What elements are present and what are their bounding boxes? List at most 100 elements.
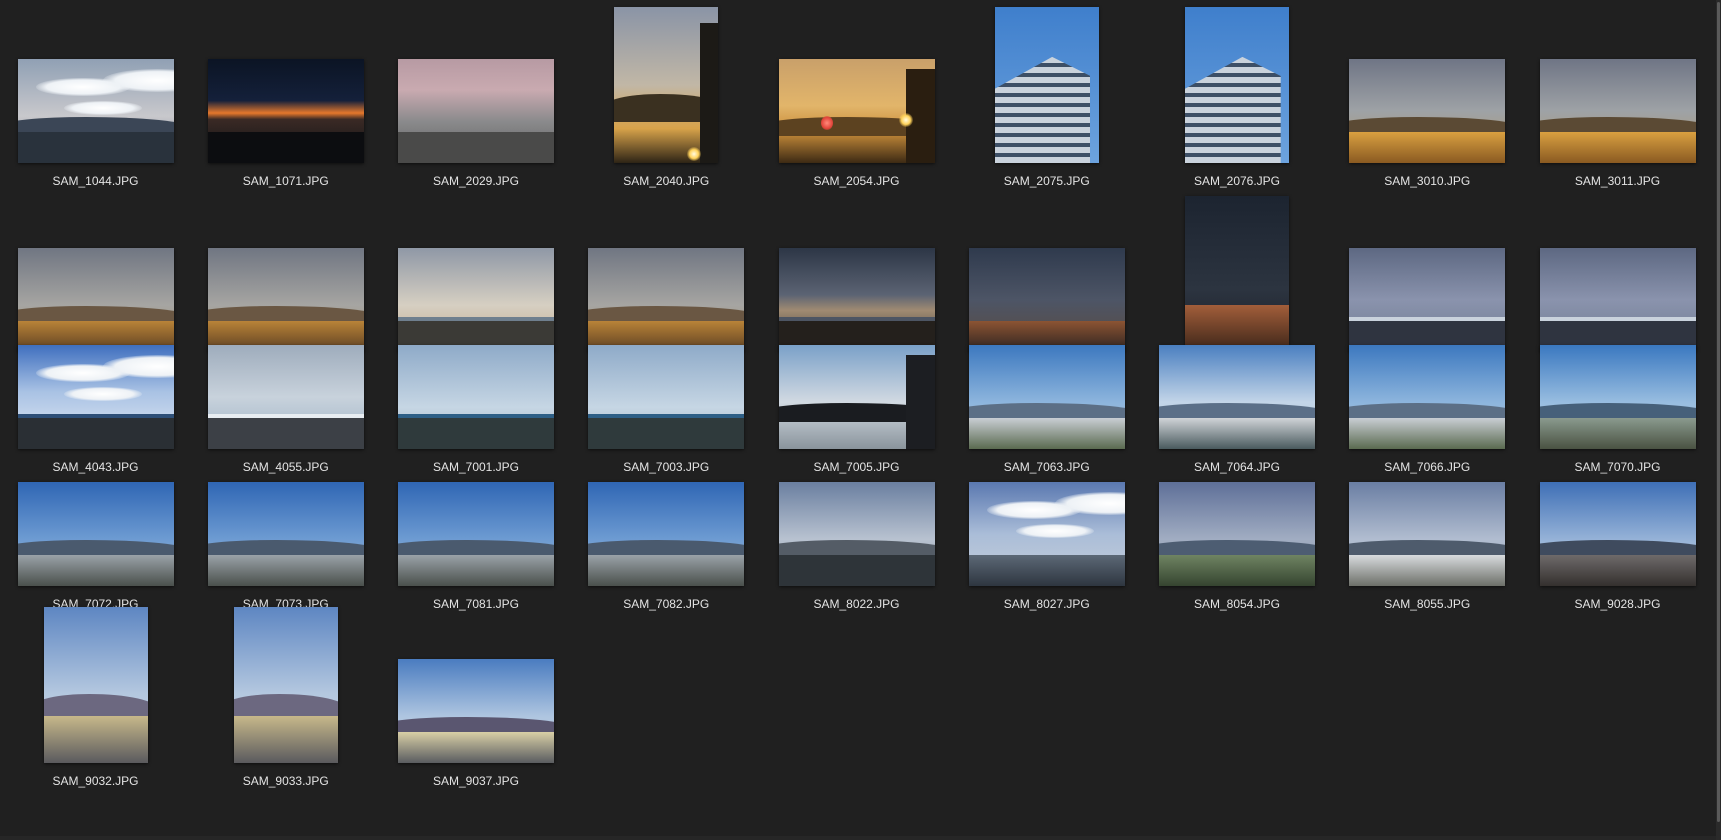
photo-thumbnail[interactable] — [588, 482, 745, 586]
photo-thumbnail[interactable] — [1185, 7, 1289, 163]
thumbnail-frame — [191, 326, 380, 449]
photo-thumbnail[interactable] — [994, 7, 1099, 163]
file-tile[interactable]: SAM_7063.JPG — [952, 326, 1141, 475]
file-tile[interactable]: SAM_1071.JPG — [191, 0, 380, 189]
photo-thumbnail[interactable] — [398, 482, 554, 586]
thumbnail-city — [43, 716, 148, 763]
vertical-scrollbar[interactable] — [1716, 0, 1721, 840]
photo-thumbnail[interactable] — [398, 659, 554, 763]
file-tile[interactable]: SAM_7066.JPG — [1333, 326, 1522, 475]
photo-thumbnail[interactable] — [398, 59, 554, 163]
thumbnail-frame — [191, 600, 380, 763]
file-tile[interactable]: SAM_7070.JPG — [1523, 326, 1712, 475]
photo-thumbnail[interactable] — [43, 607, 148, 763]
cloud-shape — [1015, 523, 1094, 539]
file-tile[interactable]: SAM_9033.JPG — [191, 600, 380, 789]
photo-thumbnail[interactable] — [1349, 482, 1506, 586]
file-name-label: SAM_3010.JPG — [1384, 174, 1471, 188]
thumbnail-frame — [1, 463, 190, 586]
thumbnail-city — [17, 417, 174, 449]
thumbnail-frame — [1143, 326, 1332, 449]
file-tile[interactable]: SAM_7064.JPG — [1143, 326, 1332, 475]
thumbnail-frame — [1333, 0, 1522, 163]
file-tile[interactable]: SAM_2076.JPG — [1143, 0, 1332, 189]
photo-thumbnail[interactable] — [778, 345, 935, 449]
file-name-label: SAM_3011.JPG — [1574, 174, 1661, 188]
thumbnail-frame — [382, 463, 571, 586]
thumbnail-tower — [699, 22, 719, 163]
photo-thumbnail[interactable] — [614, 7, 719, 163]
photo-thumbnail[interactable] — [1349, 59, 1506, 163]
photo-thumbnail[interactable] — [1159, 345, 1315, 449]
file-tile[interactable]: SAM_2075.JPG — [952, 0, 1141, 189]
file-tile[interactable]: SAM_8055.JPG — [1333, 463, 1522, 612]
thumbnail-city — [1539, 554, 1696, 586]
photo-thumbnail[interactable] — [17, 345, 174, 449]
thumbnail-frame — [952, 326, 1141, 449]
photo-thumbnail[interactable] — [1539, 345, 1696, 449]
file-tile[interactable]: SAM_8027.JPG — [952, 463, 1141, 612]
file-name-label: SAM_9032.JPG — [52, 774, 139, 788]
file-tile[interactable]: SAM_2040.JPG — [572, 0, 761, 189]
file-tile[interactable]: SAM_8022.JPG — [762, 463, 951, 612]
file-tile[interactable]: SAM_7073.JPG — [191, 463, 380, 612]
thumbnail-city — [398, 417, 554, 449]
file-tile[interactable]: SAM_9028.JPG — [1523, 463, 1712, 612]
file-tile[interactable]: SAM_1044.JPG — [1, 0, 190, 189]
thumbnail-city — [778, 554, 935, 586]
thumbnail-city — [968, 554, 1125, 586]
file-name-label: SAM_8027.JPG — [1003, 597, 1090, 611]
file-name-label: SAM_9037.JPG — [432, 774, 520, 788]
lens-flare — [820, 116, 833, 131]
photo-thumbnail[interactable] — [968, 345, 1125, 449]
thumbnail-city — [17, 131, 174, 163]
thumbnail-city — [207, 554, 364, 586]
file-tile[interactable]: SAM_2029.JPG — [382, 0, 571, 189]
thumbnail-city — [398, 131, 554, 163]
file-tile[interactable]: SAM_4055.JPG — [191, 326, 380, 475]
thumbnail-frame — [191, 463, 380, 586]
thumbnail-frame — [1333, 463, 1522, 586]
photo-thumbnail[interactable] — [207, 59, 364, 163]
photo-thumbnail[interactable] — [207, 345, 364, 449]
file-tile[interactable]: SAM_4043.JPG — [1, 326, 190, 475]
file-tile[interactable]: SAM_7003.JPG — [572, 326, 761, 475]
photo-thumbnail[interactable] — [968, 482, 1125, 586]
thumbnail-frame — [1523, 463, 1712, 586]
file-tile[interactable]: SAM_3011.JPG — [1523, 0, 1712, 189]
thumbnail-city — [1159, 417, 1315, 449]
scrollbar-thumb[interactable] — [1717, 2, 1720, 822]
photo-thumbnail[interactable] — [1159, 482, 1315, 586]
file-tile[interactable]: SAM_7001.JPG — [382, 326, 571, 475]
thumbnail-frame — [762, 0, 951, 163]
photo-thumbnail[interactable] — [1349, 345, 1506, 449]
thumbnail-city — [17, 554, 174, 586]
file-tile[interactable]: SAM_9037.JPG — [382, 600, 571, 789]
file-tile[interactable]: SAM_7081.JPG — [382, 463, 571, 612]
photo-thumbnail[interactable] — [233, 607, 338, 763]
file-tile[interactable]: SAM_3010.JPG — [1333, 0, 1522, 189]
thumbnail-city — [968, 417, 1125, 449]
photo-thumbnail[interactable] — [778, 59, 935, 163]
thumbnail-frame — [191, 0, 380, 163]
photo-thumbnail[interactable] — [588, 345, 745, 449]
file-tile[interactable]: SAM_8054.JPG — [1143, 463, 1332, 612]
photo-thumbnail[interactable] — [17, 482, 174, 586]
photo-thumbnail[interactable] — [778, 482, 935, 586]
file-tile[interactable]: SAM_9032.JPG — [1, 600, 190, 789]
cloud-shape — [64, 386, 143, 402]
photo-thumbnail[interactable] — [17, 59, 174, 163]
photo-thumbnail[interactable] — [1539, 482, 1696, 586]
file-tile[interactable]: SAM_7005.JPG — [762, 326, 951, 475]
thumbnail-tower — [906, 355, 935, 449]
photo-thumbnail[interactable] — [207, 482, 364, 586]
file-tile[interactable]: SAM_7082.JPG — [572, 463, 761, 612]
thumbnail-frame — [1, 326, 190, 449]
photo-thumbnail[interactable] — [398, 345, 554, 449]
file-tile[interactable]: SAM_2054.JPG — [762, 0, 951, 189]
thumbnail-frame — [382, 600, 571, 763]
thumbnail-city — [1349, 131, 1506, 163]
photo-thumbnail[interactable] — [1539, 59, 1696, 163]
file-name-label: SAM_2029.JPG — [432, 174, 520, 188]
file-tile[interactable]: SAM_7072.JPG — [1, 463, 190, 612]
